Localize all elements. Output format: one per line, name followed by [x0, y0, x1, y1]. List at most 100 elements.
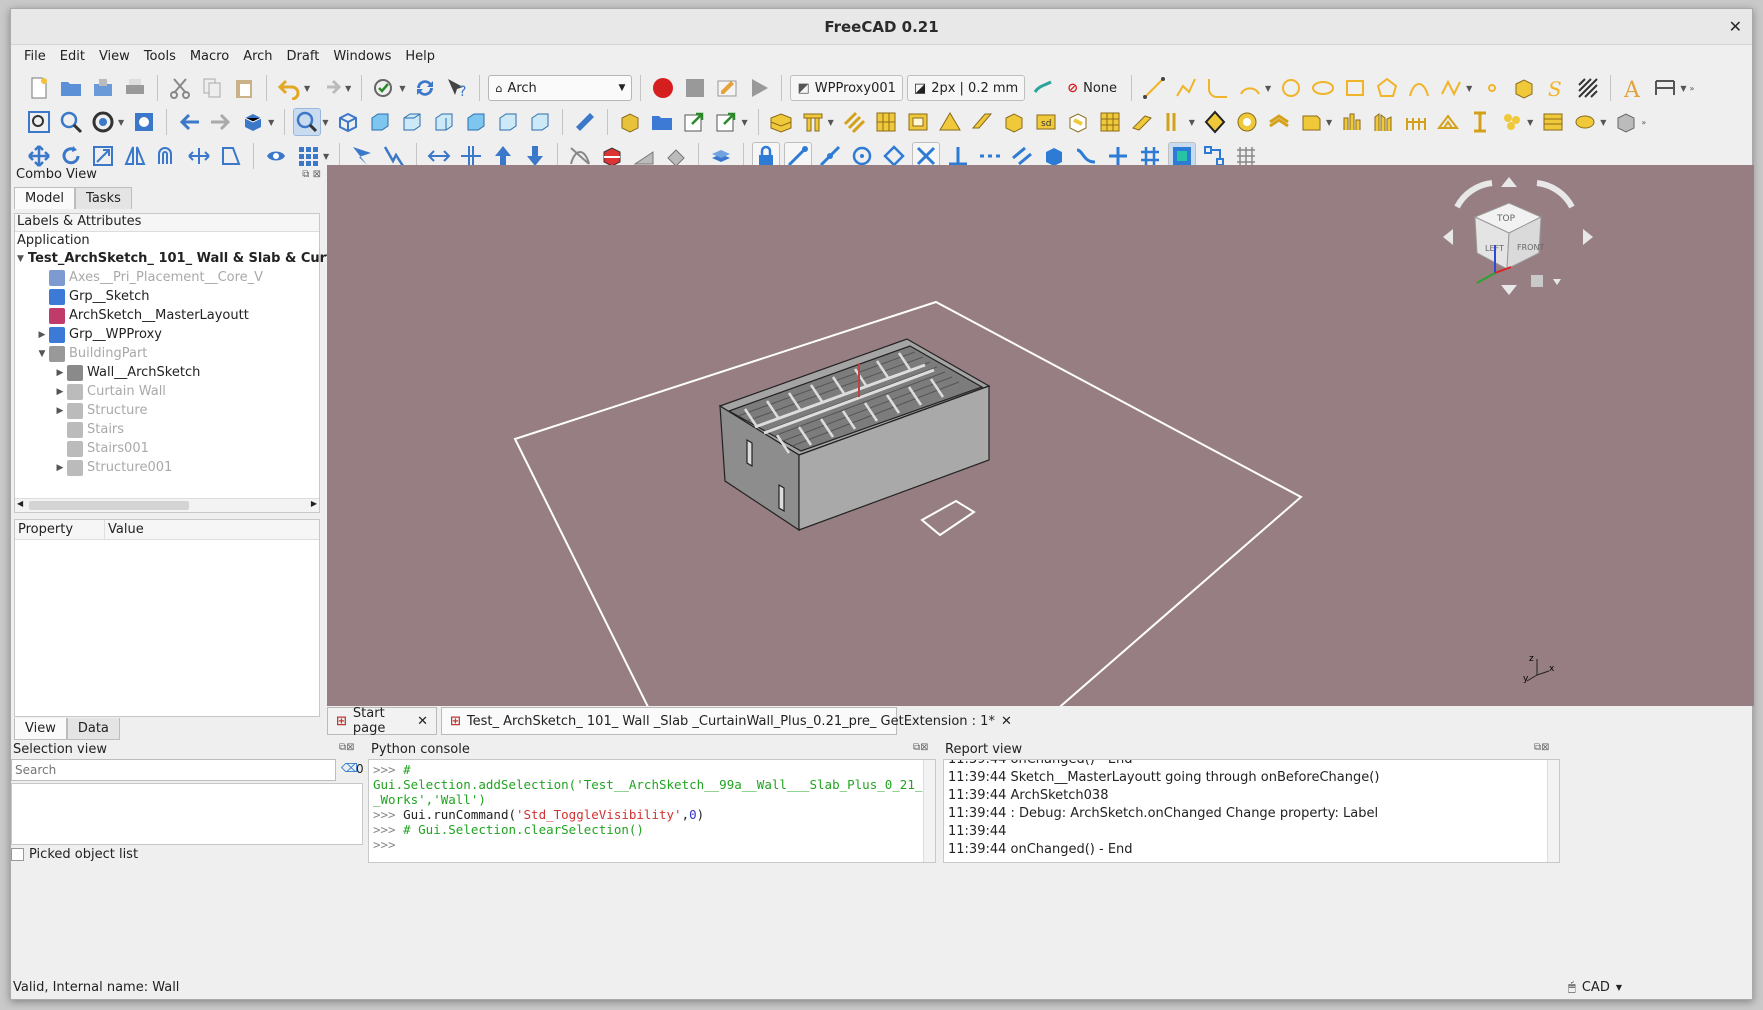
expand-toggle-icon[interactable]: ▶	[35, 330, 49, 340]
stop-macro-icon[interactable]	[681, 74, 709, 102]
array-dropdown-icon[interactable]: ▼	[323, 152, 329, 161]
redo-dropdown-icon[interactable]: ▼	[345, 84, 351, 93]
draft-dimension-icon[interactable]	[1651, 74, 1679, 102]
forward-arrow-icon[interactable]	[207, 108, 235, 136]
draft-bspline-icon[interactable]	[1405, 74, 1433, 102]
tree-item[interactable]: Axes__Pri_Placement__Core_V	[15, 268, 319, 287]
navigation-style-selector[interactable]: 🖱 CAD ▼	[1568, 980, 1622, 995]
view-right-icon[interactable]	[430, 108, 458, 136]
horizontal-scrollbar[interactable]: ◀ ▶	[15, 498, 319, 512]
expand-toggle-icon[interactable]: ▼	[17, 254, 24, 264]
draft-arc-icon[interactable]	[1236, 74, 1264, 102]
view-bottom-icon[interactable]	[494, 108, 522, 136]
expand-toggle-icon[interactable]: ▶	[53, 406, 67, 416]
tree-item[interactable]: ▼ Test_ArchSketch_ 101_ Wall & Slab & Cur…	[15, 249, 402, 268]
axis-dropdown-icon[interactable]: ▼	[1326, 118, 1332, 127]
menu-edit[interactable]: Edit	[53, 49, 92, 64]
draft-polygon-icon[interactable]	[1373, 74, 1401, 102]
report-view[interactable]: 11:39:44 onChanged() - End 11:39:44 Sket…	[943, 759, 1560, 863]
tree-item[interactable]: ▶ Wall__ArchSketch	[15, 363, 319, 382]
undo-dropdown-icon[interactable]: ▼	[304, 84, 310, 93]
arch-reference-icon[interactable]	[1539, 108, 1567, 136]
refresh-check-icon[interactable]	[370, 74, 398, 102]
arch-panel-icon[interactable]	[968, 108, 996, 136]
link-dropdown-icon[interactable]: ▼	[741, 118, 747, 127]
tree-item[interactable]: Stairs001	[15, 439, 319, 458]
view-isometric-cube-icon[interactable]	[334, 108, 362, 136]
apply-style-icon[interactable]	[1029, 74, 1057, 102]
draft-rectangle-icon[interactable]	[1341, 74, 1369, 102]
arch-curtainwall-icon[interactable]	[872, 108, 900, 136]
tree-item[interactable]: ▼ BuildingPart	[15, 344, 319, 363]
paste-icon[interactable]	[230, 74, 258, 102]
close-tab-icon[interactable]: ✕	[1001, 714, 1012, 729]
scrollbar-thumb[interactable]	[29, 501, 189, 510]
draw-style-icon[interactable]	[89, 108, 117, 136]
draft-wire-icon[interactable]	[1172, 74, 1200, 102]
structure-dropdown-icon[interactable]: ▼	[828, 118, 834, 127]
arch-wall-icon[interactable]	[767, 108, 795, 136]
arch-ifc-icon[interactable]	[1571, 108, 1599, 136]
view-front-icon[interactable]	[366, 108, 394, 136]
measure-distance-icon[interactable]	[571, 108, 599, 136]
close-tab-icon[interactable]: ✕	[417, 714, 428, 729]
arch-schedule-icon[interactable]	[1265, 108, 1293, 136]
arch-cutplane-icon[interactable]	[1498, 108, 1526, 136]
draft-text-icon[interactable]: A	[1619, 74, 1647, 102]
draft-curves-icon[interactable]	[1437, 74, 1465, 102]
draft-hatch-icon[interactable]	[1574, 74, 1602, 102]
snap-toggle-button[interactable]: ⊘ None	[1061, 75, 1123, 101]
arch-profile-icon[interactable]	[1466, 108, 1494, 136]
toolbar-overflow-icon[interactable]: »	[1689, 84, 1694, 93]
open-folder-icon[interactable]	[57, 74, 85, 102]
tree-item[interactable]: ▶ Grp__WPProxy	[15, 325, 319, 344]
menu-arch[interactable]: Arch	[236, 49, 279, 64]
arch-truss-icon[interactable]	[1434, 108, 1462, 136]
copy-icon[interactable]	[198, 74, 226, 102]
fit-all-icon[interactable]	[25, 108, 53, 136]
link-icon[interactable]	[680, 108, 708, 136]
menu-tools[interactable]: Tools	[137, 49, 183, 64]
scroll-right-icon[interactable]: ▶	[311, 499, 317, 508]
menu-macro[interactable]: Macro	[183, 49, 236, 64]
new-document-icon[interactable]	[25, 74, 53, 102]
bounding-box-icon[interactable]	[130, 108, 158, 136]
tab-start-page[interactable]: ⊞ Start page ✕	[327, 706, 437, 736]
vertical-scrollbar[interactable]	[923, 760, 935, 862]
arch-floor-icon[interactable]	[1402, 108, 1430, 136]
menu-file[interactable]: File	[17, 49, 53, 64]
back-arrow-icon[interactable]	[175, 108, 203, 136]
zoom-dropdown-icon[interactable]: ▼	[322, 118, 328, 127]
menu-draft[interactable]: Draft	[280, 49, 327, 64]
arch-component-icon[interactable]	[1201, 108, 1229, 136]
edit-macro-icon[interactable]	[713, 74, 741, 102]
float-panel-icon[interactable]: ⧉	[302, 169, 309, 180]
tab-document[interactable]: ⊞ Test_ ArchSketch_ 101_ Wall _Slab _Cur…	[441, 707, 1012, 735]
scroll-left-icon[interactable]: ◀	[17, 499, 23, 508]
create-part-icon[interactable]	[616, 108, 644, 136]
create-group-icon[interactable]	[648, 108, 676, 136]
arch-equipment-icon[interactable]	[1000, 108, 1028, 136]
arch-stairs-icon[interactable]	[1096, 108, 1124, 136]
selection-search-input[interactable]	[11, 759, 336, 781]
tree-item[interactable]: ▶ Structure001	[15, 458, 319, 477]
view-rear-icon[interactable]	[462, 108, 490, 136]
print-icon[interactable]	[121, 74, 149, 102]
tree-item[interactable]: ArchSketch__MasterLayoutt	[15, 306, 319, 325]
whats-this-icon[interactable]: ?	[443, 74, 471, 102]
menu-windows[interactable]: Windows	[326, 49, 398, 64]
arch-frame-icon[interactable]: sd	[1032, 108, 1060, 136]
vertical-scrollbar[interactable]	[1547, 760, 1559, 862]
tab-view[interactable]: View	[14, 718, 67, 740]
record-macro-icon[interactable]	[649, 74, 677, 102]
redo-icon[interactable]	[316, 74, 344, 102]
workbench-selector[interactable]: ⌂ Arch ▼	[488, 75, 633, 101]
check-dropdown-icon[interactable]: ▼	[399, 84, 405, 93]
arch-fence-icon[interactable]	[1064, 108, 1092, 136]
picked-object-checkbox[interactable]	[11, 848, 24, 861]
arch-space-icon[interactable]	[1128, 108, 1156, 136]
expand-toggle-icon[interactable]: ▼	[35, 349, 49, 359]
cutplane-dropdown-icon[interactable]: ▼	[1527, 118, 1533, 127]
tree-item[interactable]: Grp__Sketch	[15, 287, 319, 306]
arc-dropdown-icon[interactable]: ▼	[1265, 84, 1271, 93]
